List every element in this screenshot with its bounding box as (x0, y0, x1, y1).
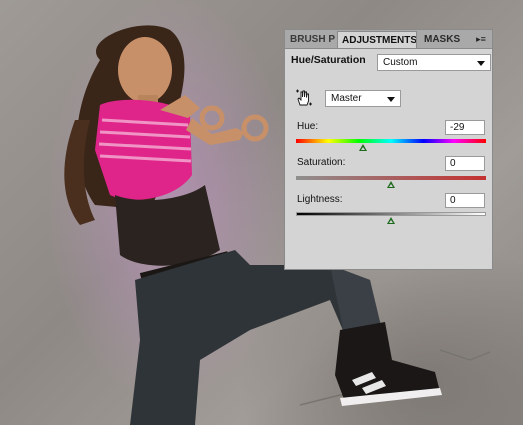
targeted-adjustment-hand-icon[interactable] (294, 88, 314, 108)
lightness-label: Lightness: (297, 194, 343, 205)
chevron-down-icon (477, 61, 485, 66)
lightness-slider-thumb[interactable] (387, 217, 395, 224)
channel-dropdown[interactable]: Master (325, 90, 401, 107)
tab-brush-presets[interactable]: BRUSH P (286, 31, 337, 48)
adjustment-title: Hue/Saturation (291, 54, 366, 66)
lightness-value-field[interactable]: 0 (445, 193, 485, 208)
preset-value: Custom (383, 57, 418, 68)
tab-masks[interactable]: MASKS (420, 31, 464, 48)
saturation-label: Saturation: (297, 157, 346, 168)
saturation-slider-thumb[interactable] (387, 181, 395, 188)
adjustments-panel: BRUSH P ADJUSTMENTS MASKS ▸≡ Hue/Saturat… (284, 29, 493, 270)
saturation-slider-track[interactable] (296, 176, 486, 180)
tab-adjustments[interactable]: ADJUSTMENTS (337, 31, 417, 48)
lightness-slider-track[interactable] (296, 212, 486, 216)
preset-dropdown[interactable]: Custom (377, 54, 491, 71)
panel-tab-bar: BRUSH P ADJUSTMENTS MASKS ▸≡ (285, 30, 492, 49)
hue-label: Hue: (297, 121, 319, 132)
hue-slider-thumb[interactable] (359, 144, 367, 151)
channel-value: Master (331, 93, 362, 104)
hue-slider-track[interactable] (296, 139, 486, 143)
panel-menu-icon[interactable]: ▸≡ (473, 32, 489, 46)
saturation-value-field[interactable]: 0 (445, 156, 485, 171)
chevron-down-icon (387, 97, 395, 102)
hue-value-field[interactable]: -29 (445, 120, 485, 135)
